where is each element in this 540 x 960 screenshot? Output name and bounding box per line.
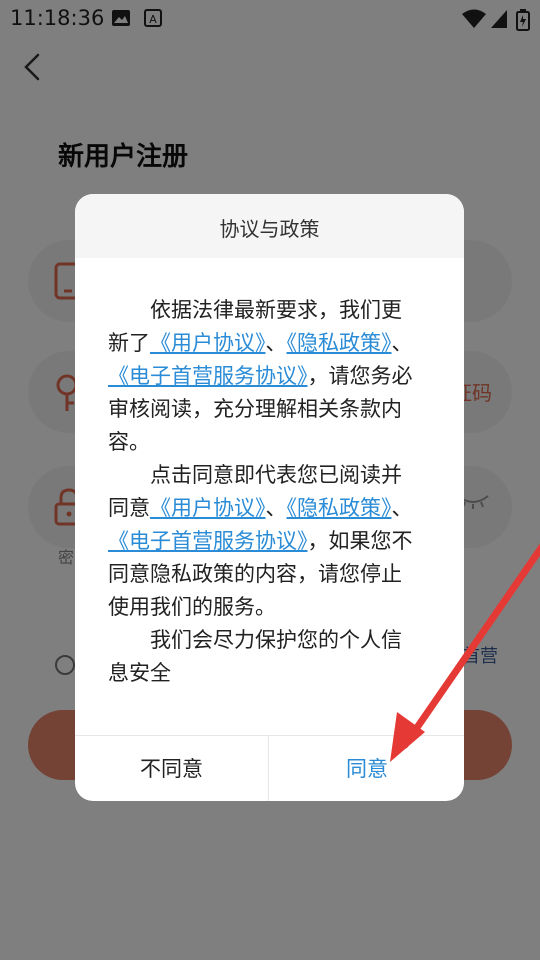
annotation-arrow-icon xyxy=(390,543,540,762)
